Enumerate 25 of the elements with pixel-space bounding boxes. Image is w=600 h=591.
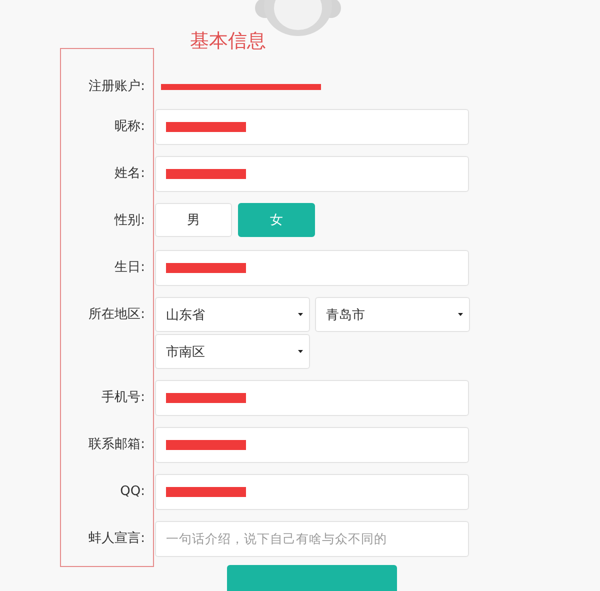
- input-field[interactable]: [155, 380, 469, 416]
- placeholder-text: 一句话介绍，说下自己有啥与众不同的: [166, 530, 387, 548]
- field-label: QQ:: [119, 483, 146, 501]
- field-label: 手机号:: [100, 389, 146, 407]
- section-title: 基本信息: [190, 29, 266, 54]
- region-select[interactable]: 青岛市: [315, 297, 470, 332]
- input-field[interactable]: [155, 427, 469, 463]
- caret-icon: [298, 349, 303, 354]
- caret-icon: [458, 312, 463, 317]
- region-select[interactable]: 山东省: [155, 297, 310, 332]
- input-field[interactable]: [155, 250, 469, 286]
- input-field[interactable]: [155, 474, 469, 510]
- field-label: 所在地区:: [88, 306, 146, 324]
- field-label: 昵称:: [114, 118, 146, 136]
- caret-icon: [298, 312, 303, 317]
- field-label: 姓名:: [114, 165, 146, 183]
- gender-option[interactable]: 男: [155, 203, 232, 237]
- region-select[interactable]: 市南区: [155, 334, 310, 369]
- field-label: 性别:: [113, 212, 146, 230]
- input-field[interactable]: [155, 156, 469, 192]
- field-label: 生日:: [114, 259, 146, 277]
- field-label: 注册账户:: [88, 78, 146, 96]
- field-label: 蚌人宣言:: [88, 530, 146, 548]
- input-field[interactable]: [155, 109, 469, 145]
- field-label: 联系邮箱:: [88, 436, 146, 454]
